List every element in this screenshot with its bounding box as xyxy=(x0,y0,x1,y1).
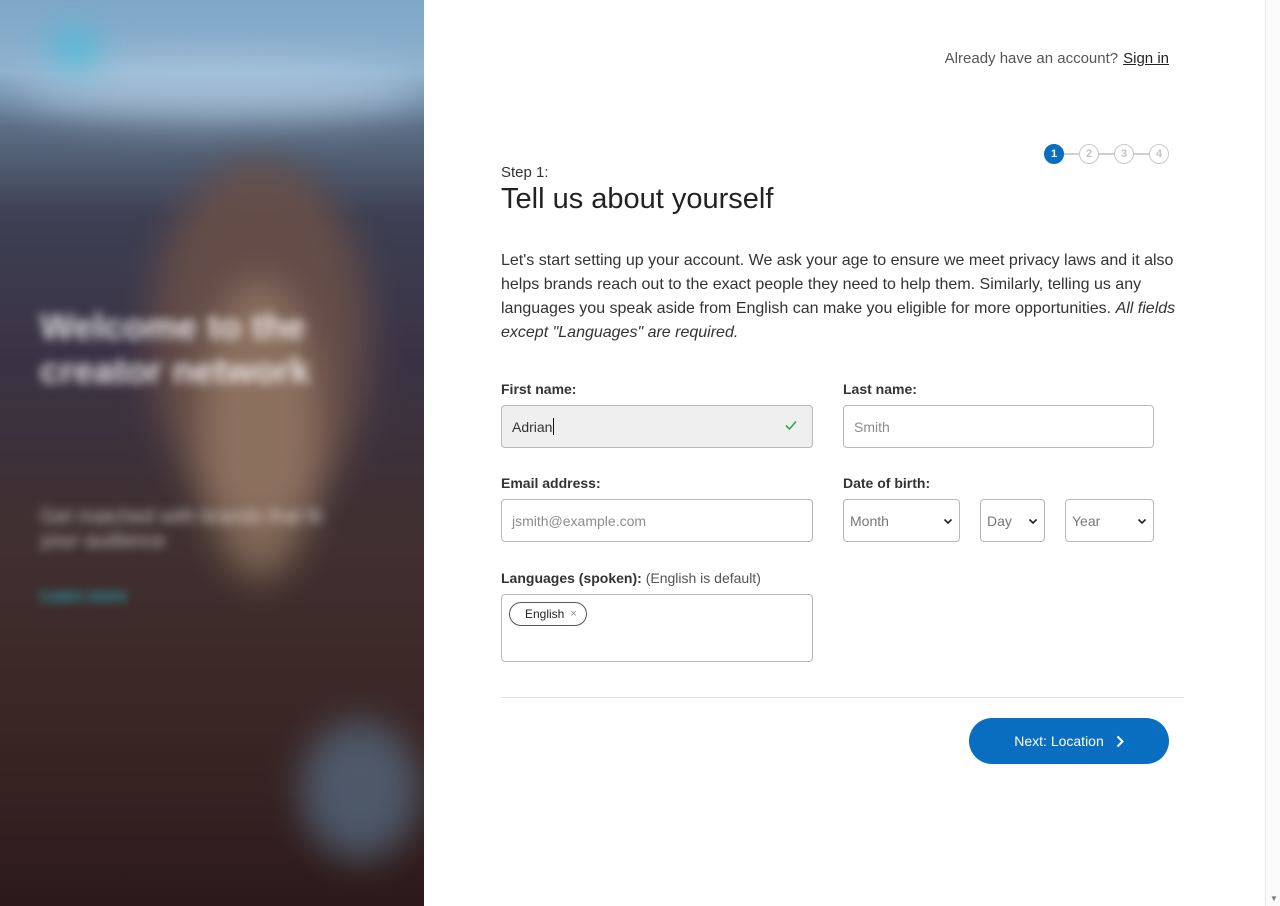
form-divider xyxy=(501,697,1184,698)
step-label: Step 1: xyxy=(501,164,549,181)
page-title: Tell us about yourself xyxy=(501,183,774,215)
intro-text: Let's start setting up your account. We … xyxy=(501,249,1181,345)
account-prompt-text: Already have an account? xyxy=(944,50,1119,67)
languages-sublabel: (English is default) xyxy=(645,570,761,586)
step-3: 3 xyxy=(1114,144,1134,164)
step-connector xyxy=(1064,153,1079,155)
email-label: Email address: xyxy=(501,475,601,491)
remove-chip-icon[interactable]: × xyxy=(570,608,576,620)
sign-in-link[interactable]: Sign in xyxy=(1123,50,1169,67)
next-button[interactable]: Next: Location xyxy=(969,718,1169,764)
hero-body: Get matched with brands that fit your au… xyxy=(40,506,323,552)
step-connector xyxy=(1134,153,1149,155)
next-button-label: Next: Location xyxy=(1014,733,1104,749)
scroll-down-arrow-icon[interactable]: ▼ xyxy=(1270,894,1278,903)
first-name-value: Adrian xyxy=(512,418,553,435)
step-connector xyxy=(1099,153,1114,155)
text-caret xyxy=(553,418,555,435)
step-1: 1 xyxy=(1044,144,1064,164)
chevron-down-icon xyxy=(1028,518,1038,524)
hero-corner xyxy=(300,720,420,860)
dob-month-select[interactable]: Month xyxy=(843,499,960,542)
hero-link[interactable]: Learn more xyxy=(40,588,127,606)
hero-logo-icon xyxy=(55,28,95,68)
first-name-label: First name: xyxy=(501,381,577,397)
hero-panel: Welcome to the creator network Get match… xyxy=(0,0,424,906)
hero-headline: Welcome to the creator network xyxy=(40,306,311,391)
checkmark-icon xyxy=(785,420,797,431)
languages-field[interactable]: English × xyxy=(501,594,813,662)
chevron-down-icon xyxy=(1137,518,1147,524)
last-name-label: Last name: xyxy=(843,381,917,397)
dob-month-value: Month xyxy=(850,512,889,529)
page-scrollbar[interactable]: ▼ xyxy=(1265,0,1280,906)
dob-day-select[interactable]: Day xyxy=(980,499,1045,542)
step-2: 2 xyxy=(1079,144,1099,164)
languages-label: Languages (spoken): (English is default) xyxy=(501,570,761,586)
account-prompt: Already have an account? Sign in xyxy=(945,50,1169,67)
language-chip-label: English xyxy=(525,607,565,621)
hero-sky xyxy=(20,60,420,120)
dob-label: Date of birth: xyxy=(843,475,931,491)
chevron-down-icon xyxy=(943,518,953,524)
step-4: 4 xyxy=(1149,144,1169,164)
first-name-field[interactable]: Adrian xyxy=(501,405,813,448)
last-name-placeholder: Smith xyxy=(854,418,890,435)
dob-year-select[interactable]: Year xyxy=(1065,499,1154,542)
last-name-field[interactable]: Smith xyxy=(843,405,1154,448)
email-field[interactable]: jsmith@example.com xyxy=(501,499,813,542)
language-chip: English × xyxy=(509,602,587,626)
languages-label-text: Languages (spoken): xyxy=(501,570,642,586)
email-placeholder: jsmith@example.com xyxy=(512,512,647,529)
chevron-right-icon xyxy=(1116,735,1124,747)
progress-stepper: 1 2 3 4 xyxy=(1044,144,1169,164)
dob-day-value: Day xyxy=(987,512,1012,529)
dob-year-value: Year xyxy=(1072,512,1101,529)
intro-body: Let's start setting up your account. We … xyxy=(501,252,1174,317)
